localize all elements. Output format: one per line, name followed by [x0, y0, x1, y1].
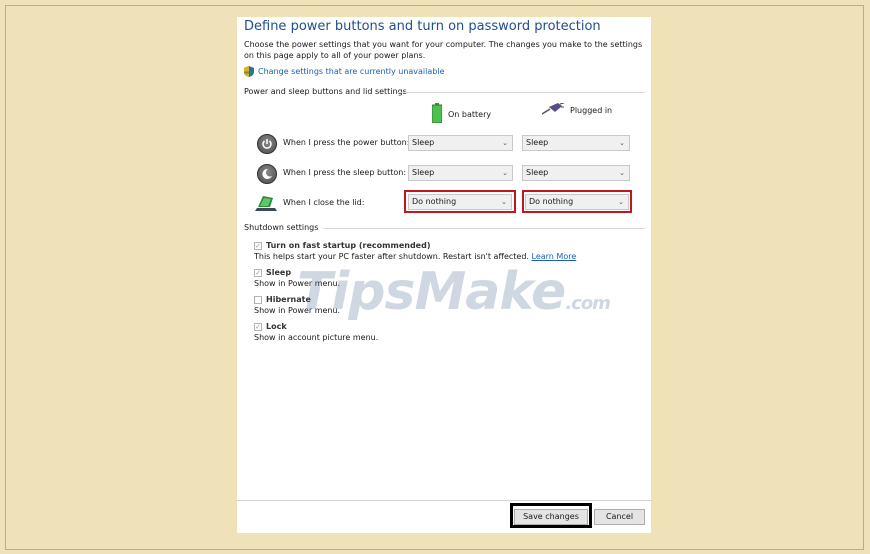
- chevron-down-icon: ⌄: [502, 169, 508, 177]
- close-lid-label: When I close the lid:: [283, 198, 365, 207]
- save-changes-button[interactable]: Save changes: [514, 509, 588, 525]
- cancel-button[interactable]: Cancel: [594, 509, 645, 525]
- fast-startup-label: Turn on fast startup (recommended): [266, 241, 431, 250]
- select-value: Do nothing: [529, 197, 574, 206]
- page-description: Choose the power settings that you want …: [244, 40, 643, 60]
- power-button-label: When I press the power button:: [283, 138, 410, 147]
- tipsmake-watermark: TipsMake.com: [297, 262, 611, 322]
- laptop-lid-icon: [255, 194, 277, 212]
- footer-divider: [237, 500, 651, 501]
- close-lid-battery-select[interactable]: Do nothing ⌄: [408, 194, 512, 210]
- plugged-column-label: Plugged in: [570, 105, 613, 115]
- plugged-column-header: Plugged in: [541, 102, 613, 117]
- power-section-title: Power and sleep buttons and lid settings: [244, 87, 407, 96]
- select-value: Sleep: [412, 168, 435, 177]
- power-options-panel: Define power buttons and turn on passwor…: [237, 17, 651, 533]
- fast-startup-description: This helps start your PC faster after sh…: [254, 252, 576, 261]
- lock-checkbox[interactable]: ✓: [254, 323, 262, 331]
- select-value: Sleep: [412, 138, 435, 147]
- hibernate-checkbox[interactable]: [254, 296, 262, 304]
- sleep-button-battery-select[interactable]: Sleep ⌄: [408, 165, 513, 181]
- select-value: Do nothing: [412, 197, 457, 206]
- chevron-down-icon: ⌄: [502, 139, 508, 147]
- sleep-option-label: Sleep: [266, 268, 292, 277]
- power-button-plugged-select[interactable]: Sleep ⌄: [522, 135, 630, 151]
- learn-more-link[interactable]: Learn More: [532, 252, 577, 261]
- fast-startup-sub: This helps start your PC faster after sh…: [254, 252, 529, 261]
- select-value: Sleep: [526, 168, 549, 177]
- sleep-button-plugged-select[interactable]: Sleep ⌄: [522, 165, 630, 181]
- sleep-checkbox[interactable]: ✓: [254, 269, 262, 277]
- battery-icon: [431, 103, 443, 125]
- lock-option-description: Show in account picture menu.: [254, 333, 379, 342]
- battery-column-header: On battery: [431, 103, 492, 125]
- uac-shield-icon: [244, 66, 254, 77]
- section-divider: [323, 228, 645, 229]
- chevron-down-icon: ⌄: [618, 198, 624, 206]
- section-divider: [397, 92, 645, 93]
- lock-option-label: Lock: [266, 322, 287, 331]
- page-title: Define power buttons and turn on passwor…: [244, 19, 601, 34]
- power-button-icon: [257, 134, 277, 154]
- chevron-down-icon: ⌄: [619, 139, 625, 147]
- watermark-main: TipsMake: [297, 262, 566, 322]
- change-settings-link[interactable]: Change settings that are currently unava…: [244, 66, 445, 77]
- chevron-down-icon: ⌄: [501, 198, 507, 206]
- battery-column-label: On battery: [448, 109, 492, 119]
- shutdown-section-title: Shutdown settings: [244, 223, 319, 232]
- chevron-down-icon: ⌄: [619, 169, 625, 177]
- watermark-suffix: .com: [565, 293, 611, 314]
- sleep-button-label: When I press the sleep button:: [283, 168, 407, 177]
- power-plug-icon: [541, 102, 565, 117]
- sleep-button-icon: [257, 164, 277, 184]
- fast-startup-checkbox[interactable]: ✓: [254, 242, 262, 250]
- power-button-battery-select[interactable]: Sleep ⌄: [408, 135, 513, 151]
- change-settings-label: Change settings that are currently unava…: [258, 67, 445, 76]
- select-value: Sleep: [526, 138, 549, 147]
- close-lid-plugged-select[interactable]: Do nothing ⌄: [525, 194, 629, 210]
